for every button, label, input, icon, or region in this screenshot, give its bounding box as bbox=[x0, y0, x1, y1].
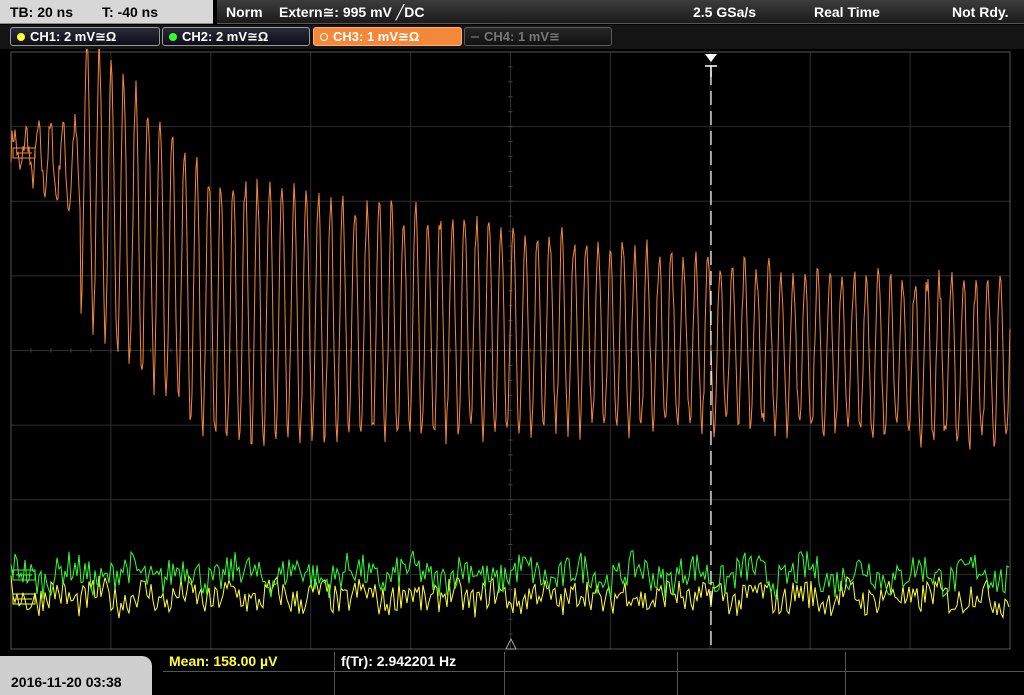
ch2-indicator-icon bbox=[169, 33, 177, 41]
tab-ch3[interactable]: CH3: 1 mV≅Ω bbox=[313, 27, 462, 46]
tab-ch2[interactable]: CH2: 2 mV≅Ω bbox=[162, 27, 310, 46]
timestamp-label: 2016-11-20 03:38 bbox=[11, 674, 122, 690]
acquisition-panel[interactable]: Norm Extern≅: 995 mV ╱DC 2.5 GSa/s Real … bbox=[217, 0, 1024, 24]
measurement-slot-4[interactable] bbox=[678, 652, 846, 672]
measurement-slot-7[interactable] bbox=[335, 672, 505, 695]
frequency-measurement[interactable]: f(Tr): 2.942201 Hz bbox=[335, 652, 505, 672]
run-state-label: Not Rdy. bbox=[952, 4, 1009, 20]
tab-ch1[interactable]: CH1: 2 mV≅Ω bbox=[10, 27, 160, 46]
ch4-label: CH4: 1 mV≅ bbox=[484, 29, 560, 44]
waveform-display[interactable] bbox=[0, 49, 1024, 652]
timebase-label: TB: 20 ns bbox=[10, 4, 74, 20]
mean-measurement[interactable]: Mean: 158.00 µV bbox=[163, 652, 335, 672]
ch2-label: CH2: 2 mV≅Ω bbox=[182, 29, 269, 44]
ch1-label: CH1: 2 mV≅Ω bbox=[30, 29, 117, 44]
timebase-panel[interactable]: TB: 20 ns T: -40 ns bbox=[0, 0, 213, 24]
measurement-slot-8[interactable] bbox=[505, 672, 678, 695]
trigger-source-label: Extern≅: 995 mV ╱DC bbox=[279, 4, 425, 20]
status-bar: TB: 20 ns T: -40 ns Norm Extern≅: 995 mV… bbox=[0, 0, 1024, 25]
sample-rate-label: 2.5 GSa/s bbox=[693, 4, 757, 20]
ch1-indicator-icon bbox=[17, 33, 25, 41]
tab-ch4[interactable]: CH4: 1 mV≅ bbox=[464, 27, 612, 46]
measurement-slot-6[interactable] bbox=[163, 672, 335, 695]
acquisition-mode-label: Real Time bbox=[814, 4, 880, 20]
measurement-slot-3[interactable] bbox=[505, 652, 678, 672]
trigger-mode-label: Norm bbox=[226, 4, 263, 20]
measurement-slot-9[interactable] bbox=[678, 672, 846, 695]
ch3-indicator-icon bbox=[320, 33, 328, 41]
ch3-label: CH3: 1 mV≅Ω bbox=[333, 29, 420, 44]
channel-bar: CH1: 2 mV≅Ω CH2: 2 mV≅Ω CH3: 1 mV≅Ω CH4:… bbox=[0, 25, 1024, 49]
ch4-indicator-icon bbox=[471, 36, 479, 38]
trigger-time-label: T: -40 ns bbox=[102, 4, 159, 20]
timestamp-panel: 2016-11-20 03:38 bbox=[0, 656, 152, 695]
measurement-slot-5[interactable] bbox=[846, 652, 1024, 672]
